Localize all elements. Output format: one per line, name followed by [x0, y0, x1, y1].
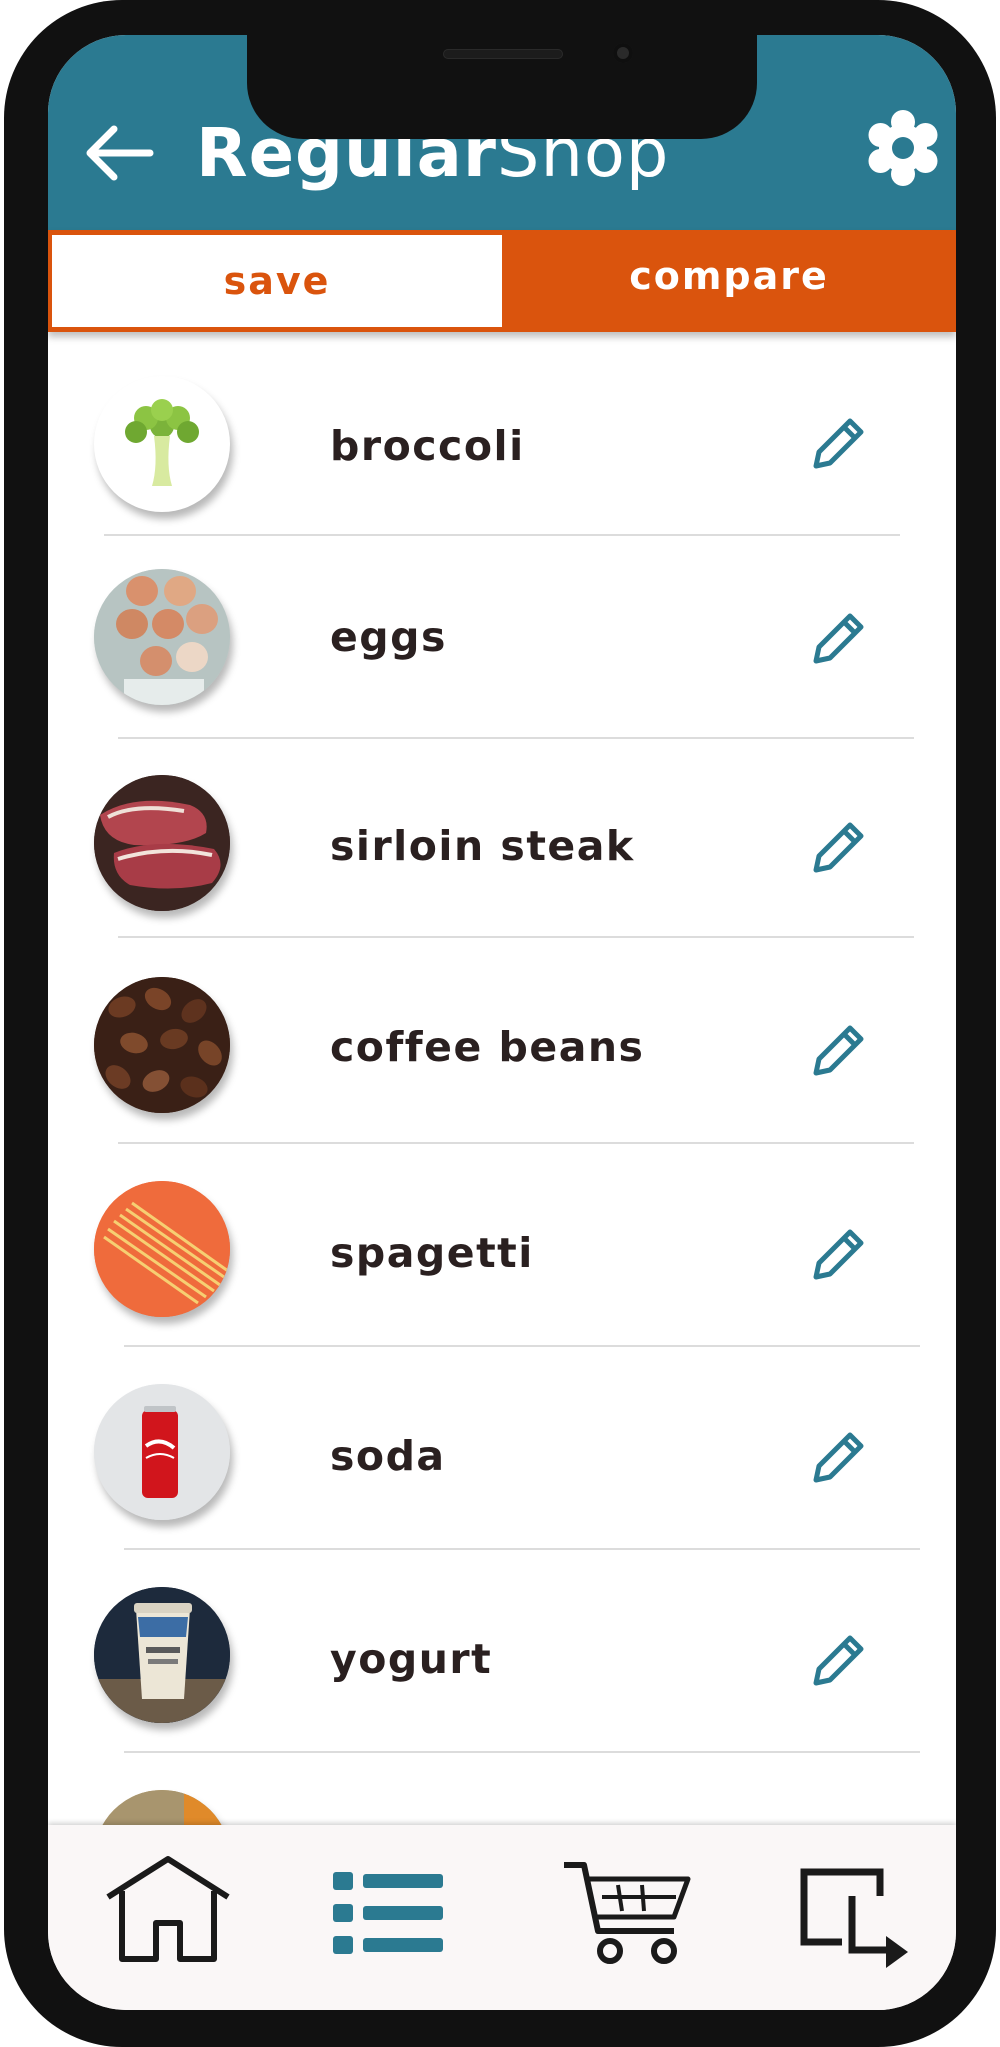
list-icon	[333, 1872, 443, 1954]
phone-frame: Regular Shop save compare broccoli eggs …	[4, 0, 996, 2047]
edit-button[interactable]	[804, 1219, 874, 1289]
steak-image	[94, 775, 230, 911]
list-item[interactable]	[48, 1752, 956, 1830]
edit-button[interactable]	[804, 1625, 874, 1695]
home-icon	[106, 1856, 230, 1962]
pencil-icon	[813, 613, 864, 664]
list-item[interactable]: broccoli	[48, 340, 956, 535]
exit-icon	[800, 1868, 908, 1968]
app-header: Regular Shop	[48, 35, 956, 230]
soda-can-image	[94, 1384, 230, 1520]
item-name: soda	[330, 1432, 446, 1480]
list-item[interactable]: coffee beans	[48, 937, 956, 1132]
speaker-grille	[443, 49, 563, 59]
item-name: yogurt	[330, 1635, 493, 1683]
nav-exit-button[interactable]	[796, 1865, 916, 1971]
eggs-image	[94, 569, 230, 705]
list-item[interactable]: spagetti	[48, 1143, 956, 1338]
yogurt-image	[94, 1587, 230, 1723]
edit-button[interactable]	[804, 812, 874, 882]
edit-button[interactable]	[804, 408, 874, 478]
tab-compare[interactable]: compare	[502, 230, 956, 322]
camera-icon	[613, 43, 633, 63]
settings-button[interactable]	[860, 105, 946, 191]
list-item[interactable]: yogurt	[48, 1549, 956, 1744]
tab-bar: save compare	[48, 230, 956, 332]
app-screen: Regular Shop save compare broccoli eggs …	[48, 35, 956, 2010]
shopping-list: broccoli eggs sirloin steak coffee beans…	[48, 340, 956, 1830]
list-item[interactable]: eggs	[48, 535, 956, 730]
arrow-left-icon	[86, 125, 154, 181]
coffee-beans-image	[94, 977, 230, 1113]
back-button[interactable]	[74, 109, 158, 193]
item-name: sirloin steak	[330, 822, 635, 870]
tab-save[interactable]: save	[52, 235, 502, 327]
pencil-icon	[813, 1229, 864, 1280]
pencil-icon	[813, 822, 864, 873]
pencil-icon	[813, 1635, 864, 1686]
item-name: coffee beans	[330, 1023, 645, 1071]
item-name: eggs	[330, 613, 447, 661]
cart-icon	[564, 1862, 691, 1964]
broccoli-image	[94, 376, 230, 512]
nav-list-button[interactable]	[328, 1865, 448, 1961]
item-name: broccoli	[330, 422, 525, 470]
list-item[interactable]: sirloin steak	[48, 738, 956, 933]
pencil-icon	[813, 1432, 864, 1483]
bottom-navigation	[48, 1825, 956, 2010]
pencil-icon	[813, 1025, 864, 1076]
edit-button[interactable]	[804, 1422, 874, 1492]
list-item[interactable]: soda	[48, 1346, 956, 1541]
item-thumbnail	[94, 1790, 230, 1830]
nav-cart-button[interactable]	[558, 1855, 698, 1971]
gear-icon	[868, 110, 938, 186]
spaghetti-image	[94, 1181, 230, 1317]
device-notch	[247, 35, 757, 139]
edit-button[interactable]	[804, 603, 874, 673]
nav-home-button[interactable]	[98, 1849, 238, 1969]
edit-button[interactable]	[804, 1015, 874, 1085]
pencil-icon	[813, 418, 864, 469]
item-name: spagetti	[330, 1229, 534, 1277]
